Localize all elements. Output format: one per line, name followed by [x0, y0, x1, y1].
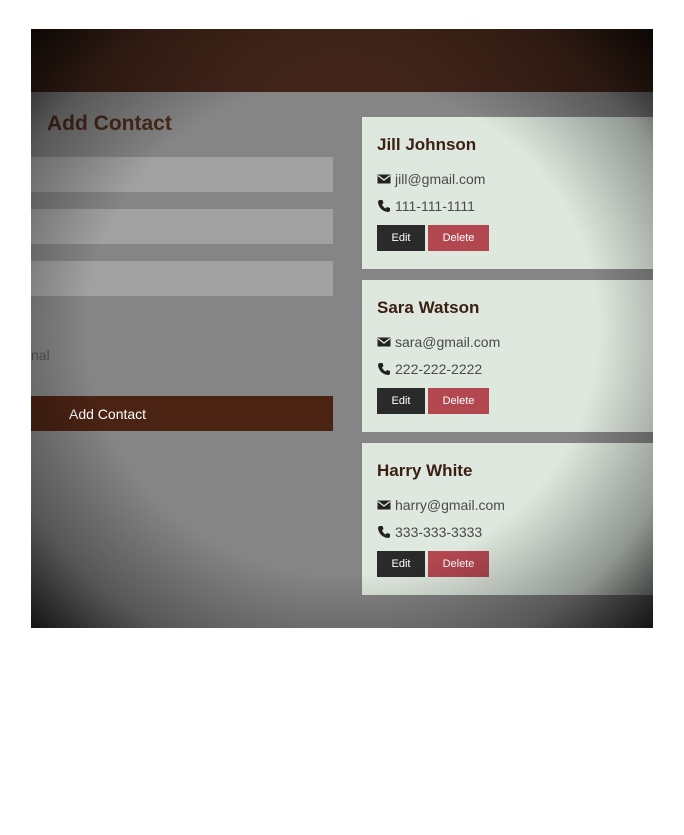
contact-phone-row: 333-333-3333: [377, 521, 653, 543]
contact-email-row: harry@gmail.com: [377, 494, 653, 516]
navbar: [31, 29, 653, 92]
contact-name-field[interactable]: [31, 157, 333, 192]
contact-phone-row: 111-111-1111: [377, 195, 653, 217]
contact-phone: 111-111-1111: [395, 198, 475, 214]
edit-button[interactable]: Edit: [377, 225, 425, 251]
edit-button[interactable]: Edit: [377, 551, 425, 577]
contact-name: Harry White: [377, 461, 473, 480]
contact-phone: 333-333-3333: [395, 524, 483, 540]
contact-email: jill@gmail.com: [395, 171, 486, 187]
phone-icon: [377, 362, 391, 376]
contact-name: Jill Johnson: [377, 135, 477, 154]
contact-name: Sara Watson: [377, 298, 480, 317]
contact-email: sara@gmail.com: [395, 334, 501, 350]
add-contact-title: Add Contact: [47, 112, 172, 135]
contact-email-row: sara@gmail.com: [377, 331, 653, 353]
envelope-icon: [377, 172, 391, 186]
add-contact-button[interactable]: Add Contact: [31, 396, 333, 431]
contact-email-field[interactable]: [31, 209, 333, 244]
contact-phone-field[interactable]: [31, 261, 333, 296]
contact-email-row: jill@gmail.com: [377, 168, 653, 190]
app-window: Add Contact nal Add Contact Jill Johnson…: [31, 29, 653, 628]
delete-button[interactable]: Delete: [428, 225, 489, 251]
contact-card: Harry White harry@gmail.com 333-333-3333…: [362, 443, 653, 595]
contact-type-option-label[interactable]: nal: [31, 347, 50, 363]
contact-phone: 222-222-2222: [395, 361, 483, 377]
contact-email: harry@gmail.com: [395, 497, 505, 513]
delete-button[interactable]: Delete: [428, 551, 489, 577]
edit-button[interactable]: Edit: [377, 388, 425, 414]
delete-button[interactable]: Delete: [428, 388, 489, 414]
contact-card: Jill Johnson jill@gmail.com 111-111-1111…: [362, 117, 653, 269]
contact-card: Sara Watson sara@gmail.com 222-222-2222 …: [362, 280, 653, 432]
contact-phone-row: 222-222-2222: [377, 358, 653, 380]
envelope-icon: [377, 335, 391, 349]
phone-icon: [377, 525, 391, 539]
phone-icon: [377, 199, 391, 213]
envelope-icon: [377, 498, 391, 512]
